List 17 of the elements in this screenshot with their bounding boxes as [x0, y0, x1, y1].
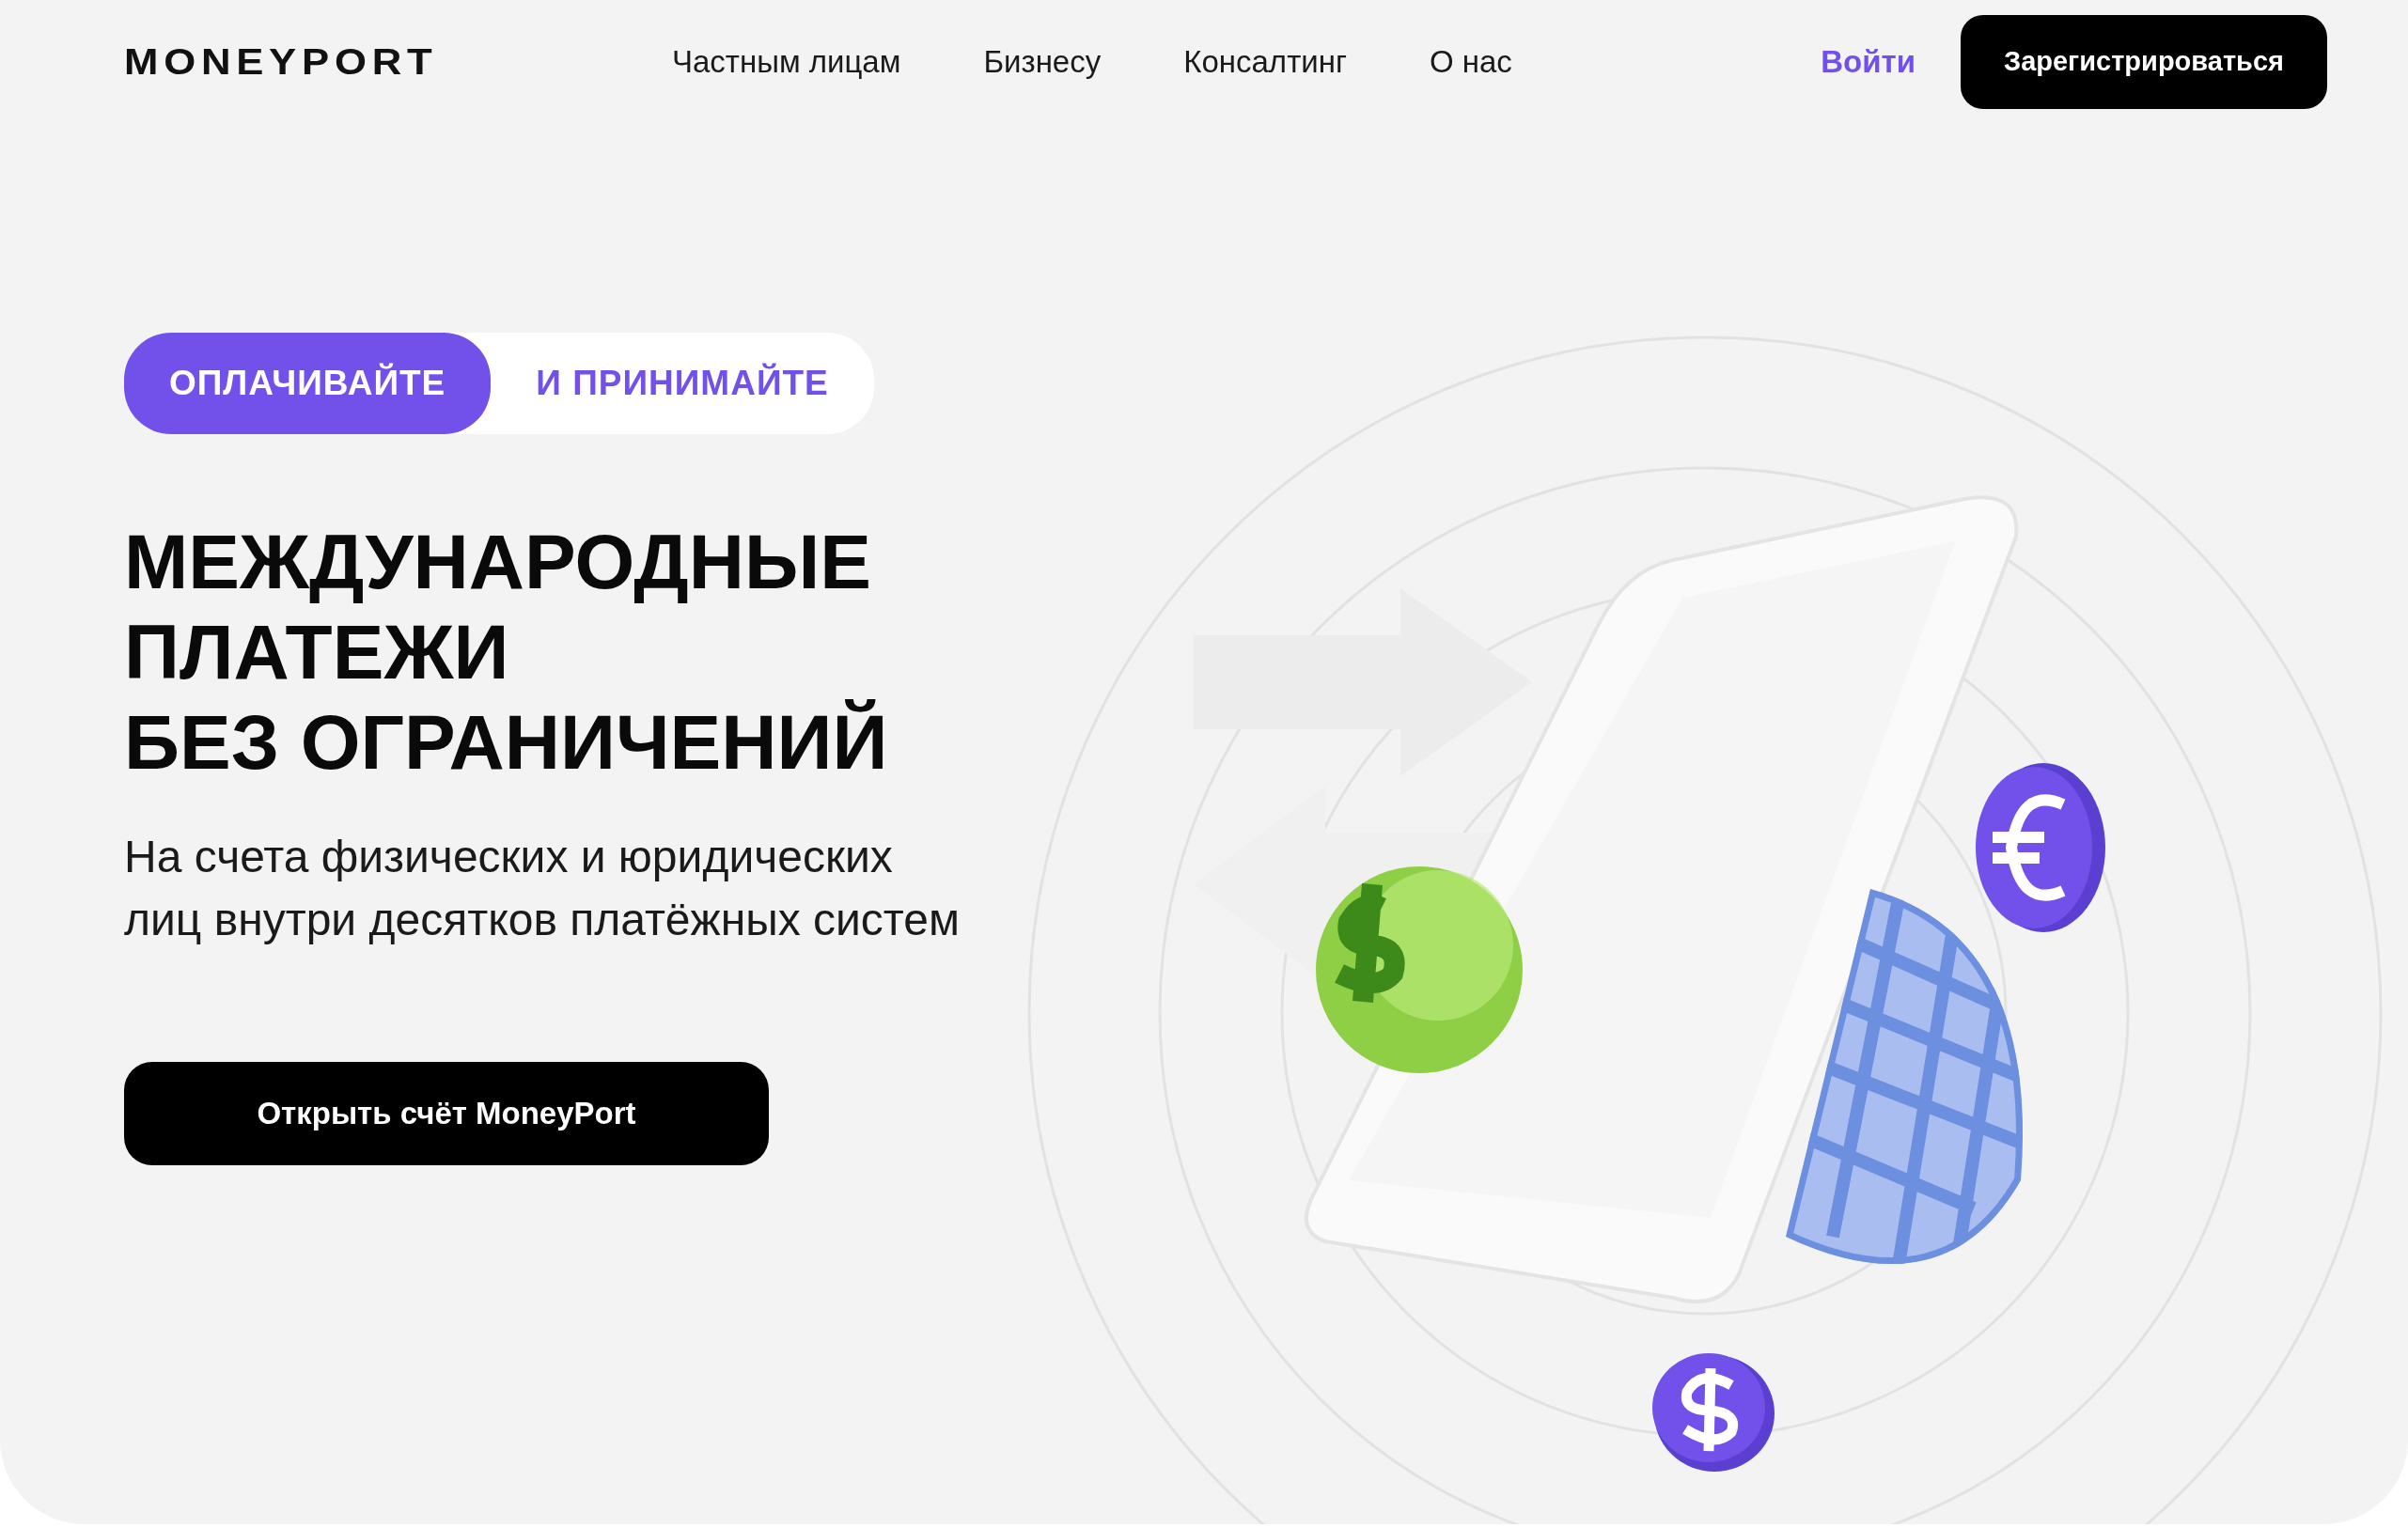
- nav-link[interactable]: О нас: [1429, 39, 1512, 86]
- dollar-ball-icon: [1316, 866, 1523, 1073]
- toggle-option[interactable]: И ПРИНИМАЙТЕ: [491, 333, 874, 434]
- register-button[interactable]: Зарегистрироваться: [1961, 15, 2327, 109]
- open-account-button[interactable]: Открыть счёт MoneyPort: [124, 1061, 769, 1165]
- subtitle: На счета физических и юридических лиц внутри десятков платёжных систем: [124, 830, 961, 946]
- headline: ПЛАТЕЖИ: [124, 607, 510, 696]
- nav-link[interactable]: Бизнесу: [983, 39, 1102, 86]
- euro-coin-icon: [1976, 763, 2105, 932]
- nav-link[interactable]: Консалтинг: [1183, 39, 1347, 86]
- headline: МЕЖДУНАРОДНЫЕ: [124, 517, 872, 606]
- dollar-coin-icon: [1652, 1353, 1775, 1472]
- nav-link[interactable]: Частным лицам: [672, 39, 901, 86]
- headline: БЕЗ ОГРАНИЧЕНИЙ: [124, 697, 889, 787]
- logo[interactable]: MONEYPORT: [124, 35, 492, 89]
- login-link[interactable]: Войти: [1821, 39, 1915, 86]
- toggle-option[interactable]: ОПЛАЧИВАЙТЕ: [124, 333, 492, 434]
